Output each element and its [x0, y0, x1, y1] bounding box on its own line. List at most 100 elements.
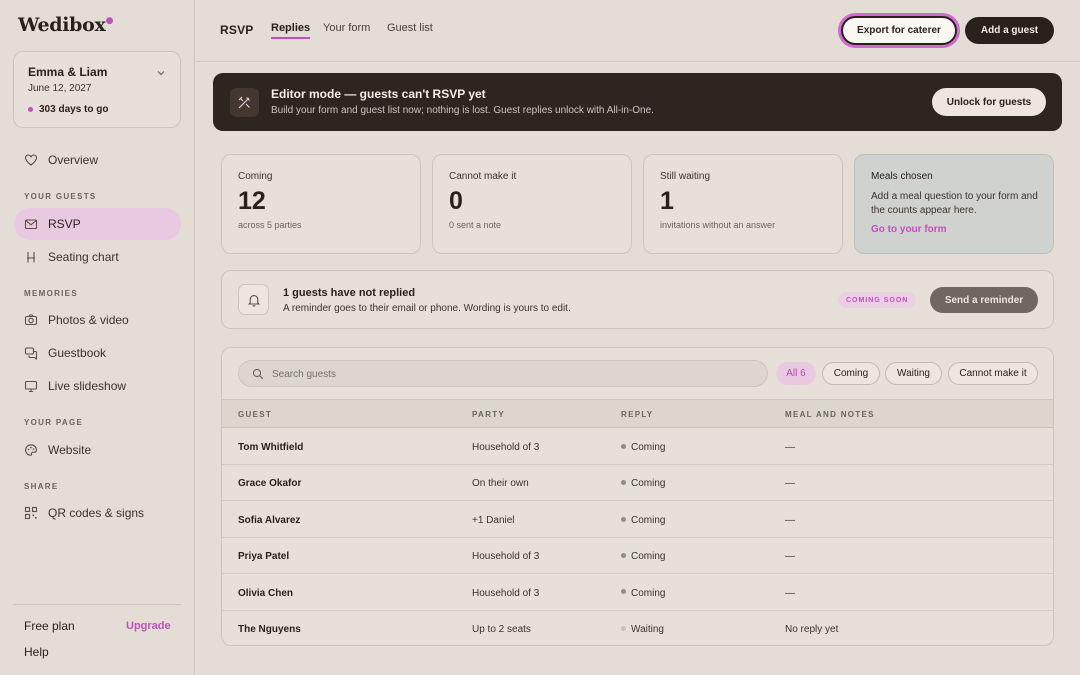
sidebar-divider	[13, 604, 181, 605]
plan-label: Free plan	[24, 619, 75, 633]
go-to-form-link[interactable]: Go to your form	[871, 224, 947, 235]
countdown-dot-icon	[28, 107, 33, 112]
guest-name: The Nguyens	[238, 624, 301, 635]
chat-bubbles-icon	[24, 347, 38, 360]
logo-dot: ●	[105, 16, 114, 26]
status-dot-icon	[621, 443, 626, 449]
column-header-meal-notes[interactable]: MEAL AND NOTES	[785, 410, 875, 419]
party-size: Household of 3	[472, 587, 540, 599]
meals-description: Add a meal question to your form and the…	[871, 191, 1038, 216]
qr-code-icon	[24, 506, 38, 520]
status-dot-icon	[621, 625, 626, 631]
stat-subtext: 0 sent a note	[449, 220, 502, 230]
sidebar-item-qr-codes[interactable]: QR codes & signs	[14, 497, 181, 529]
reply-status: Coming	[621, 551, 665, 562]
camera-icon	[24, 314, 38, 326]
sidebar-item-overview[interactable]: Overview	[14, 144, 181, 176]
table-row[interactable]: Olivia Chen Household of 3 Coming —	[222, 575, 1053, 611]
table-row[interactable]: Priya Patel Household of 3 Coming —	[222, 538, 1053, 575]
section-share: SHARE	[24, 482, 59, 491]
reply-label: Coming	[631, 478, 666, 490]
couple-switcher[interactable]: Emma & Liam June 12, 2027 303 days to go	[13, 51, 181, 128]
stat-card-meals-chosen: Meals chosen Add a meal question to your…	[854, 154, 1054, 254]
sidebar-item-label: QR codes & signs	[48, 506, 145, 520]
party-size: +1 Daniel	[472, 514, 515, 526]
guest-replies-panel: All 6 Coming Waiting Cannot make it GUES…	[221, 347, 1054, 646]
column-header-guest[interactable]: GUEST	[238, 410, 272, 419]
tab-replies[interactable]: Replies	[271, 22, 311, 39]
reply-status: Waiting	[621, 624, 664, 635]
banner-subtitle: Build your form and guest list now; noth…	[271, 105, 654, 116]
filter-waiting[interactable]: Waiting	[885, 362, 942, 385]
guest-name: Tom Whitfield	[238, 442, 304, 453]
table-header: GUEST PARTY REPLY MEAL AND NOTES	[222, 399, 1053, 428]
heart-icon	[24, 154, 38, 166]
guest-name: Grace Okafor	[238, 478, 302, 490]
wedding-date: June 12, 2027	[28, 83, 92, 94]
table-row[interactable]: The Nguyens Up to 2 seats Waiting No reply …	[222, 611, 1053, 645]
reminder-subtitle: A reminder goes to their email or phone.…	[283, 303, 571, 314]
help-link[interactable]: Help	[24, 645, 49, 659]
table-row[interactable]: Grace Okafor On their own Coming —	[222, 465, 1053, 502]
reply-label: Coming	[631, 551, 666, 563]
sidebar-item-label: RSVP	[48, 217, 81, 231]
tab-guest-list[interactable]: Guest list	[387, 22, 433, 37]
status-dot-icon	[621, 589, 626, 595]
filter-coming[interactable]: Coming	[822, 362, 880, 385]
meal-notes: —	[785, 551, 795, 563]
column-header-reply[interactable]: REPLY	[621, 410, 653, 419]
status-dot-icon	[621, 516, 626, 522]
envelope-icon	[24, 219, 38, 230]
sidebar-item-label: Guestbook	[48, 346, 107, 360]
couple-name: Emma & Liam	[28, 65, 108, 79]
tab-your-form[interactable]: Your form	[323, 22, 370, 37]
filter-all[interactable]: All 6	[776, 362, 816, 385]
upgrade-link[interactable]: Upgrade	[126, 620, 171, 632]
column-header-party[interactable]: PARTY	[472, 410, 505, 419]
stat-value: 1	[660, 187, 674, 215]
chair-icon	[27, 252, 35, 263]
unlock-for-guests-button[interactable]: Unlock for guests	[932, 88, 1046, 116]
send-reminder-button[interactable]: Send a reminder	[930, 287, 1038, 313]
reply-label: Coming	[631, 442, 666, 453]
status-dot-icon	[621, 480, 626, 486]
sidebar-item-website[interactable]: Website	[14, 434, 181, 466]
meal-notes: —	[785, 442, 795, 453]
guest-name: Sofia Alvarez	[238, 514, 301, 526]
sidebar-item-seating[interactable]: Seating chart	[14, 241, 181, 273]
stat-label: Cannot make it	[449, 171, 517, 182]
reply-label: Coming	[631, 587, 666, 599]
sidebar-item-label: Photos & video	[48, 313, 129, 327]
reply-status: Coming	[621, 478, 665, 489]
sidebar-item-rsvp[interactable]: RSVP	[14, 208, 181, 240]
palette-icon	[25, 444, 37, 456]
add-guest-button[interactable]: Add a guest	[965, 17, 1054, 44]
search-box[interactable]	[238, 360, 768, 387]
meal-notes: —	[785, 514, 795, 526]
sidebar-item-slideshow[interactable]: Live slideshow	[14, 370, 181, 402]
export-for-caterer-button[interactable]: Export for caterer	[841, 16, 957, 45]
bell-icon	[247, 294, 260, 307]
sidebar-item-photos[interactable]: Photos & video	[14, 304, 181, 336]
table-row[interactable]: Sofia Alvarez +1 Daniel Coming —	[222, 502, 1053, 538]
stat-card-cannot-make-it: Cannot make it 0 0 sent a note	[432, 154, 632, 254]
status-dot-icon	[621, 553, 626, 559]
table-row[interactable]: Tom Whitfield Household of 3 Coming —	[222, 429, 1053, 465]
party-size: On their own	[472, 478, 529, 490]
search-input[interactable]	[272, 365, 752, 383]
stat-card-coming: Coming 12 across 5 parties	[221, 154, 421, 254]
edit-tools-icon	[238, 96, 250, 109]
filter-cannot-make-it[interactable]: Cannot make it	[948, 362, 1038, 385]
sidebar: Wedibox● Emma & Liam June 12, 2027 303 d…	[0, 0, 195, 675]
sidebar-item-label: Overview	[48, 153, 99, 167]
reminder-title: 1 guests have not replied	[283, 287, 416, 299]
bell-icon-box	[238, 284, 269, 315]
sidebar-item-label: Website	[48, 443, 92, 457]
party-size: Household of 3	[472, 551, 540, 563]
guest-name: Priya Patel	[238, 551, 290, 563]
stat-label: Meals chosen	[871, 171, 933, 182]
app-logo[interactable]: Wedibox●	[18, 14, 113, 36]
section-memories: MEMORIES	[24, 289, 78, 298]
sidebar-item-guestbook[interactable]: Guestbook	[14, 337, 181, 369]
party-size: Up to 2 seats	[472, 624, 531, 635]
